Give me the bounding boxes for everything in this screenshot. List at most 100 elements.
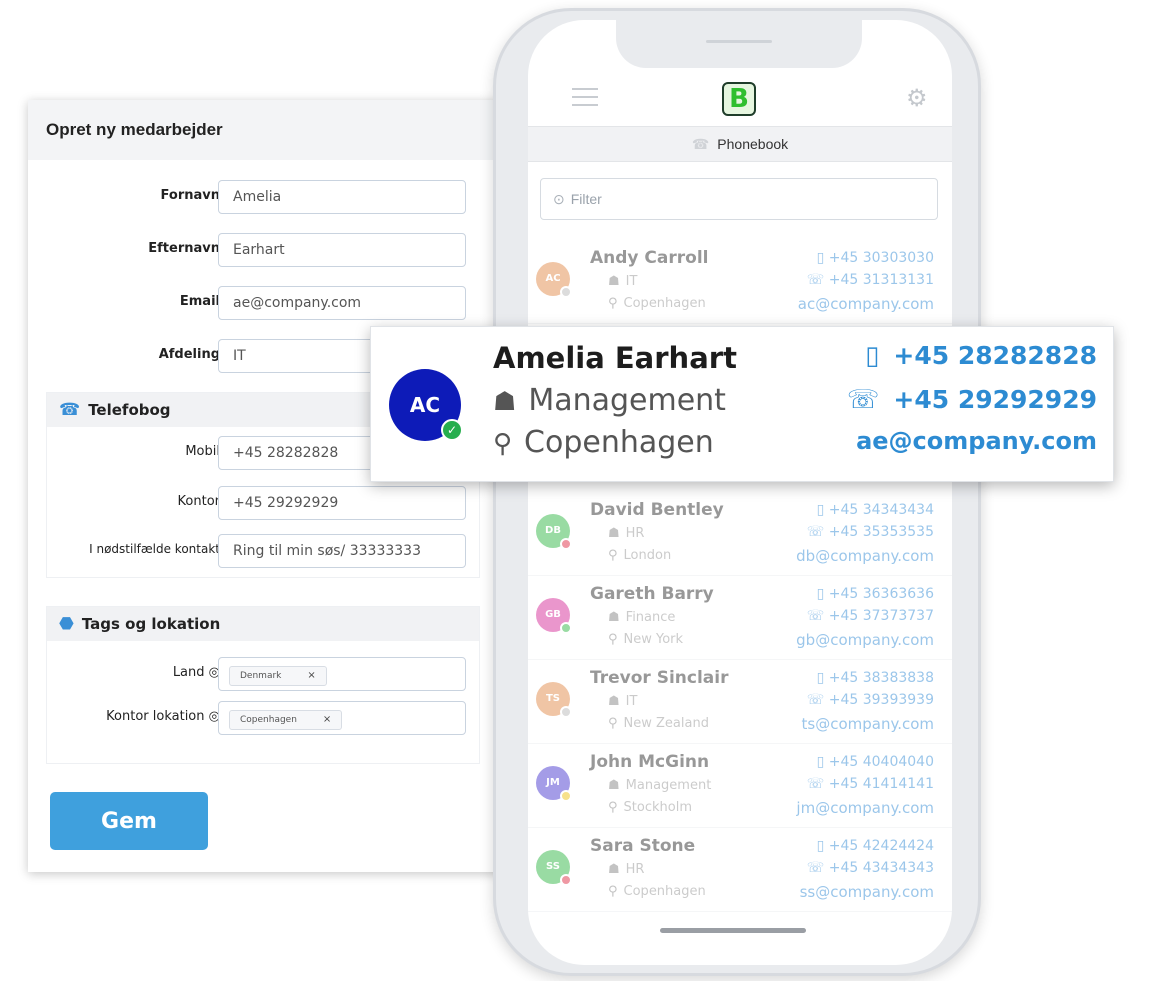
- office-location-tag: Copenhagen ×: [229, 710, 343, 730]
- contact-avatar: GB: [536, 598, 572, 634]
- department-icon: ☗: [608, 274, 620, 289]
- mobile-phone-icon: ▯: [865, 341, 880, 371]
- contact-row[interactable]: DB David Bentley ☗ HR ⚲ London ▯ +45 34343434 ☏…: [528, 492, 952, 576]
- contact-location: ⚲ London: [608, 548, 672, 563]
- hamburger-menu-icon[interactable]: [572, 88, 598, 112]
- contact-row[interactable]: AC Andy Carroll ☗ IT ⚲ Copenhagen ▯ +45 303030…: [528, 240, 952, 324]
- remove-tag-icon[interactable]: ×: [323, 714, 331, 725]
- contact-department: ☗ IT: [608, 274, 638, 289]
- phonebook-header: ☎ Phonebook: [528, 126, 952, 162]
- phone-receiver-icon: ☎: [691, 136, 710, 152]
- contact-row[interactable]: SS Sara Stone ☗ HR ⚲ Copenhagen ▯ +45 42424424…: [528, 828, 952, 912]
- online-status-check-icon: ✓: [441, 419, 463, 441]
- email-input[interactable]: ae@company.com: [218, 286, 466, 320]
- office-phone-icon: ☏: [806, 776, 825, 792]
- contact-row[interactable]: GB Gareth Barry ☗ Finance ⚲ New York ▯ +45 363…: [528, 576, 952, 660]
- mobile-phone-icon: ▯: [816, 838, 825, 854]
- office-phone-icon: ☏: [806, 860, 825, 876]
- remove-tag-icon[interactable]: ×: [307, 670, 315, 681]
- department-icon: ☗: [608, 778, 620, 793]
- phone-receiver-icon: ☎: [59, 400, 81, 420]
- contact-mobile[interactable]: ▯ +45 30303030: [817, 250, 934, 266]
- employee-form-card: Opret ny medarbejder Fornavn Amelia Efte…: [28, 100, 506, 872]
- contact-department: ☗ HR: [608, 526, 645, 541]
- highlighted-contact-card[interactable]: AC ✓ Amelia Earhart ☗ Management ⚲ Copenha…: [370, 326, 1114, 482]
- email-label: Email: [179, 294, 220, 309]
- contact-name: Sara Stone: [590, 836, 696, 856]
- contact-mobile[interactable]: ▯ +45 36363636: [817, 586, 934, 602]
- contact-email[interactable]: ss@company.com: [800, 883, 934, 901]
- contact-avatar: DB: [536, 514, 572, 550]
- contact-office-phone[interactable]: ☏ +45 37373737: [807, 608, 934, 624]
- contact-office-phone[interactable]: ☏ +45 35353535: [807, 524, 934, 540]
- contact-office-phone[interactable]: ☏ +45 43434343: [807, 860, 934, 876]
- country-label: Land ◎: [172, 665, 220, 680]
- department-icon: ☗: [608, 526, 620, 541]
- status-dot: [560, 706, 572, 718]
- status-dot: [560, 790, 572, 802]
- status-dot: [560, 286, 572, 298]
- mobile-phone-icon: ▯: [816, 754, 825, 770]
- contact-email[interactable]: ts@company.com: [802, 715, 935, 733]
- contact-email[interactable]: ac@company.com: [798, 295, 934, 313]
- contact-office-phone[interactable]: ☏ +45 41414141: [807, 776, 934, 792]
- firstname-row: Fornavn Amelia: [28, 180, 506, 214]
- mobile-label: Mobil: [185, 444, 220, 459]
- contact-mobile[interactable]: ▯ +45 42424424: [817, 838, 934, 854]
- contact-name: Andy Carroll: [590, 248, 709, 268]
- contact-department: ☗ HR: [608, 862, 645, 877]
- office-input[interactable]: +45 29292929: [218, 486, 466, 520]
- contact-mobile[interactable]: ▯ +45 38383838: [817, 670, 934, 686]
- status-dot: [560, 874, 572, 886]
- home-indicator[interactable]: [660, 928, 806, 933]
- location-icon: ⚲: [608, 800, 618, 815]
- firstname-input[interactable]: Amelia: [218, 180, 466, 214]
- highlight-mobile[interactable]: ▯ +45 28282828: [865, 341, 1097, 371]
- contact-department: ☗ Finance: [608, 610, 676, 625]
- location-icon: ⚲: [608, 632, 618, 647]
- department-icon: ☗: [608, 694, 620, 709]
- country-tag-input[interactable]: Denmark ×: [218, 657, 466, 691]
- office-location-label: Kontor lokation ◎: [106, 709, 220, 724]
- emergency-input[interactable]: Ring til min søs/ 33333333: [218, 534, 466, 568]
- lastname-row: Efternavn Earhart: [28, 233, 506, 267]
- tags-section-header: ⬣ Tags og lokation: [47, 607, 479, 641]
- office-phone-icon: ☏: [806, 692, 825, 708]
- contact-row[interactable]: JM John McGinn ☗ Management ⚲ Stockholm ▯ +45 …: [528, 744, 952, 828]
- contact-email[interactable]: jm@company.com: [796, 799, 934, 817]
- settings-gear-icon[interactable]: ⚙: [906, 84, 928, 112]
- highlight-office-phone[interactable]: ☏ +45 29292929: [847, 385, 1097, 415]
- contact-mobile[interactable]: ▯ +45 34343434: [817, 502, 934, 518]
- phone-section-title: Telefobog: [88, 401, 171, 419]
- emergency-label: I nødstilfælde kontakt: [89, 542, 220, 556]
- location-icon: ⚲: [608, 296, 618, 311]
- country-row: Land ◎ Denmark ×: [28, 657, 506, 691]
- save-button[interactable]: Gem: [50, 792, 208, 850]
- highlight-email[interactable]: ae@company.com: [856, 427, 1097, 455]
- contact-email[interactable]: gb@company.com: [796, 631, 934, 649]
- filter-input[interactable]: ⊙ Filter: [540, 178, 938, 220]
- contact-office-phone[interactable]: ☏ +45 31313131: [807, 272, 934, 288]
- location-icon: ⚲: [608, 716, 618, 731]
- app-topbar: B ⚙: [528, 78, 952, 124]
- lastname-label: Efternavn: [148, 241, 220, 256]
- contact-office-phone[interactable]: ☏ +45 39393939: [807, 692, 934, 708]
- department-icon: ☗: [493, 387, 517, 417]
- phonebook-title: Phonebook: [717, 136, 789, 152]
- contact-email[interactable]: db@company.com: [796, 547, 934, 565]
- lastname-input[interactable]: Earhart: [218, 233, 466, 267]
- office-phone-icon: ☏: [806, 524, 825, 540]
- office-location-tag-input[interactable]: Copenhagen ×: [218, 701, 466, 735]
- contact-avatar: SS: [536, 850, 572, 886]
- contact-mobile[interactable]: ▯ +45 40404040: [817, 754, 934, 770]
- office-label: Kontor: [177, 494, 220, 509]
- speaker-grille: [706, 40, 772, 43]
- contact-location: ⚲ Copenhagen: [608, 884, 706, 899]
- department-icon: ☗: [608, 862, 620, 877]
- contact-location: ⚲ New York: [608, 632, 684, 647]
- office-location-row: Kontor lokation ◎ Copenhagen ×: [28, 701, 506, 735]
- contact-row[interactable]: TS Trevor Sinclair ☗ IT ⚲ New Zealand ▯ +45 38…: [528, 660, 952, 744]
- office-phone-icon: ☏: [806, 608, 825, 624]
- contact-avatar: JM: [536, 766, 572, 802]
- highlight-name: Amelia Earhart: [493, 341, 737, 375]
